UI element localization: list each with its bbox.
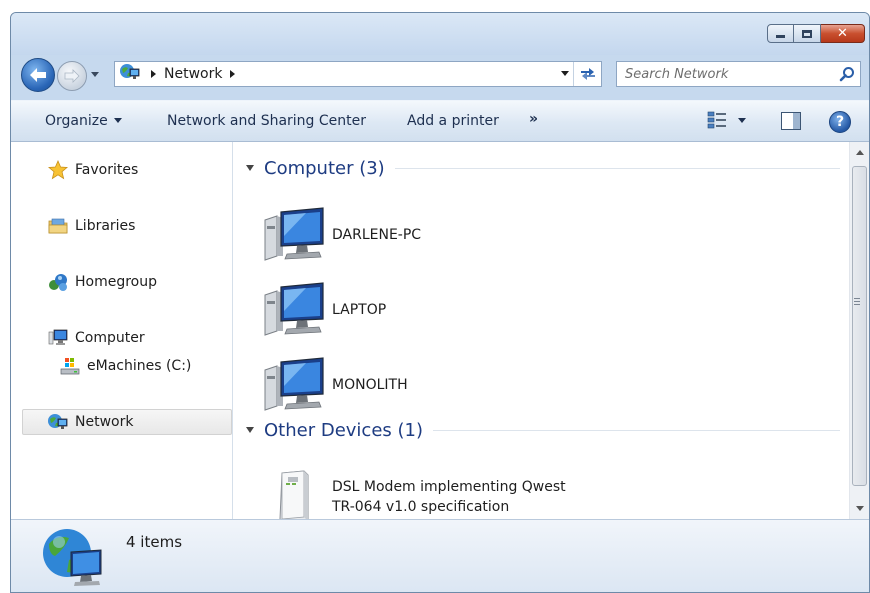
breadcrumb-chevron-icon[interactable] bbox=[230, 70, 236, 78]
breadcrumb-network[interactable]: Network bbox=[164, 66, 222, 82]
minimize-button[interactable] bbox=[767, 24, 794, 43]
help-icon: ? bbox=[835, 114, 845, 130]
refresh-button[interactable] bbox=[573, 62, 601, 86]
back-button[interactable] bbox=[21, 58, 55, 92]
network-icon bbox=[119, 63, 141, 85]
explorer-window: ✕ Network Search Network Organize Networ… bbox=[10, 12, 870, 593]
title-bar: ✕ bbox=[11, 13, 869, 55]
organize-menu[interactable]: Organize bbox=[45, 113, 122, 129]
refresh-icon bbox=[580, 68, 595, 80]
scroll-grip-icon bbox=[854, 298, 860, 305]
navigation-bar: Network bbox=[11, 55, 869, 95]
nav-label: Libraries bbox=[75, 218, 136, 234]
scroll-thumb[interactable] bbox=[852, 166, 867, 486]
breadcrumb-separator-icon[interactable] bbox=[151, 70, 156, 78]
more-commands-button[interactable]: » bbox=[529, 111, 538, 127]
list-item-computer[interactable]: LAPTOP bbox=[258, 279, 386, 341]
view-dropdown-icon[interactable] bbox=[738, 117, 746, 123]
nav-label: eMachines (C:) bbox=[87, 358, 192, 374]
group-divider bbox=[394, 167, 840, 169]
caption-buttons: ✕ bbox=[767, 24, 865, 43]
collapse-triangle-icon[interactable] bbox=[246, 165, 254, 171]
content-pane: Computer (3) DARLENE-PC LAPTOP MONOLITH … bbox=[234, 142, 849, 524]
collapse-triangle-icon[interactable] bbox=[246, 427, 254, 433]
help-button[interactable]: ? bbox=[829, 111, 851, 133]
vertical-scrollbar[interactable] bbox=[849, 142, 869, 519]
nav-label: Network bbox=[75, 414, 134, 430]
computer-name: LAPTOP bbox=[332, 302, 387, 318]
address-dropdown-icon[interactable] bbox=[561, 71, 569, 76]
group-divider bbox=[433, 429, 840, 431]
star-icon bbox=[47, 159, 69, 181]
group-header-computer[interactable]: Computer (3) bbox=[246, 156, 840, 180]
list-item-computer[interactable]: MONOLITH bbox=[258, 354, 408, 416]
nav-label: Computer bbox=[75, 330, 145, 346]
recent-pages-dropdown[interactable] bbox=[91, 72, 99, 77]
libraries-icon bbox=[47, 215, 69, 237]
preview-pane-button[interactable] bbox=[781, 112, 801, 130]
organize-label: Organize bbox=[45, 113, 108, 129]
forward-button[interactable] bbox=[57, 61, 87, 91]
nav-item-favorites[interactable]: Favorites bbox=[11, 157, 138, 183]
search-box[interactable] bbox=[616, 61, 861, 87]
scroll-down-icon[interactable] bbox=[856, 506, 864, 511]
group-title: Other Devices (1) bbox=[264, 419, 423, 441]
search-input[interactable] bbox=[617, 63, 834, 85]
command-bar: Organize Network and Sharing Center Add … bbox=[11, 100, 869, 142]
device-name-line2: TR-064 v1.0 specification bbox=[332, 499, 510, 515]
device-name-line1: DSL Modem implementing Qwest bbox=[332, 479, 566, 495]
forward-arrow-icon bbox=[64, 69, 80, 83]
change-view-button[interactable] bbox=[707, 111, 746, 129]
chevron-down-icon bbox=[113, 118, 122, 123]
group-title: Computer (3) bbox=[264, 157, 385, 179]
minimize-icon bbox=[776, 35, 785, 38]
close-button[interactable]: ✕ bbox=[821, 24, 865, 43]
computer-name: MONOLITH bbox=[332, 377, 408, 393]
group-header-other-devices[interactable]: Other Devices (1) bbox=[246, 418, 840, 442]
nav-item-network[interactable]: Network bbox=[22, 409, 232, 435]
address-bar[interactable]: Network bbox=[114, 61, 602, 87]
nav-item-homegroup[interactable]: Homegroup bbox=[11, 269, 157, 295]
main-area: Favorites Libraries Homegroup Computer e… bbox=[11, 142, 869, 524]
drive-icon bbox=[59, 355, 81, 377]
computer-icon bbox=[47, 327, 69, 349]
network-sharing-center-button[interactable]: Network and Sharing Center bbox=[167, 113, 366, 129]
list-item-computer[interactable]: DARLENE-PC bbox=[258, 204, 421, 266]
nav-label: Favorites bbox=[75, 162, 139, 178]
homegroup-icon bbox=[47, 271, 69, 293]
computer-icon bbox=[258, 354, 330, 416]
navigation-pane: Favorites Libraries Homegroup Computer e… bbox=[11, 142, 233, 519]
search-icon[interactable] bbox=[834, 66, 860, 82]
close-icon: ✕ bbox=[837, 26, 848, 41]
maximize-button[interactable] bbox=[794, 24, 821, 43]
add-printer-button[interactable]: Add a printer bbox=[407, 113, 499, 129]
network-icon bbox=[47, 411, 69, 433]
item-count: 4 items bbox=[126, 533, 183, 551]
computer-icon bbox=[258, 279, 330, 341]
nav-item-libraries[interactable]: Libraries bbox=[11, 213, 135, 239]
maximize-icon bbox=[802, 29, 812, 38]
view-options-icon bbox=[707, 111, 726, 129]
computer-name: DARLENE-PC bbox=[332, 227, 422, 243]
back-arrow-icon bbox=[30, 68, 46, 82]
nav-item-computer[interactable]: Computer bbox=[11, 325, 145, 351]
network-globe-icon bbox=[41, 526, 105, 592]
details-pane: 4 items bbox=[11, 519, 869, 592]
device-name: DSL Modem implementing Qwest TR-064 v1.0… bbox=[332, 477, 566, 517]
scroll-up-icon[interactable] bbox=[856, 150, 864, 155]
nav-item-drive-c[interactable]: eMachines (C:) bbox=[11, 353, 191, 379]
nav-label: Homegroup bbox=[75, 274, 158, 290]
computer-icon bbox=[258, 204, 330, 266]
